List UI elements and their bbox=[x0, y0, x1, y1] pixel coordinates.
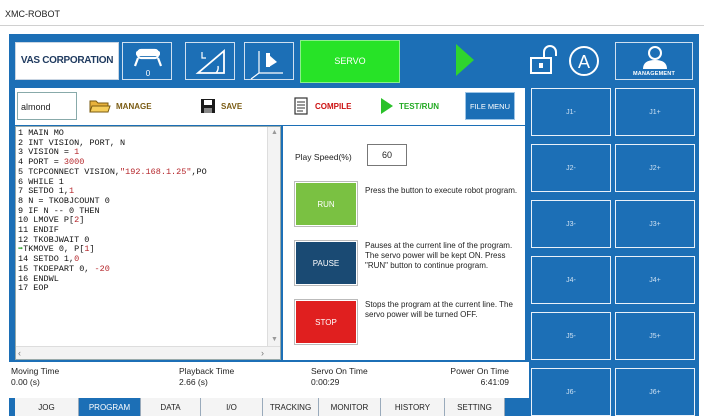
playback-time-value: 2.66 (s) bbox=[179, 377, 208, 387]
pause-description: Pauses at the current line of the progra… bbox=[365, 241, 513, 270]
test-run-button[interactable]: TEST/RUN bbox=[380, 92, 439, 120]
servo-on-time-label: Servo On Time bbox=[311, 366, 368, 376]
save-label: SAVE bbox=[221, 101, 243, 111]
window-titlebar: XMC-ROBOT bbox=[0, 0, 704, 26]
code-line[interactable]: 17 EOP bbox=[18, 284, 266, 294]
program-name-field[interactable]: almond bbox=[17, 92, 77, 120]
vertical-scrollbar[interactable]: ▲ ▼ bbox=[267, 127, 280, 347]
run-button[interactable]: RUN bbox=[294, 181, 358, 227]
scroll-up-icon[interactable]: ▲ bbox=[270, 129, 279, 138]
jog-button-j6-minus[interactable]: J6- bbox=[531, 368, 611, 416]
joint-coord-button[interactable] bbox=[185, 42, 235, 80]
tab-program[interactable]: PROGRAM bbox=[79, 398, 141, 416]
pause-button[interactable]: PAUSE bbox=[294, 240, 358, 286]
coord-badge: 0 bbox=[146, 69, 151, 78]
moving-time-value: 0.00 (s) bbox=[11, 377, 40, 387]
jog-button-j4-plus[interactable]: J4+ bbox=[615, 256, 695, 304]
scroll-right-icon[interactable]: › bbox=[261, 348, 264, 358]
playback-time: Playback Time 2.66 (s) bbox=[179, 366, 234, 388]
file-menu-button[interactable]: FILE MENU bbox=[465, 92, 515, 120]
management-label: MANAGEMENT bbox=[632, 71, 676, 77]
playback-time-label: Playback Time bbox=[179, 366, 235, 376]
tab-tracking[interactable]: TRACKING bbox=[263, 398, 319, 416]
file-toolbar: almond MANAGE SAVE COMPILE TEST/RUN FILE… bbox=[15, 88, 525, 125]
gripper-icon: 0 bbox=[133, 48, 163, 78]
jog-button-j1-minus[interactable]: J1- bbox=[531, 88, 611, 136]
play-arrow-icon[interactable] bbox=[456, 44, 474, 76]
window-title: XMC-ROBOT bbox=[5, 9, 60, 19]
status-bar: Moving Time 0.00 (s) Playback Time 2.66 … bbox=[9, 362, 529, 398]
angle-icon bbox=[195, 49, 225, 74]
power-on-time-label: Power On Time bbox=[450, 366, 509, 376]
tab-io[interactable]: I/O bbox=[201, 398, 263, 416]
jog-button-j5-minus[interactable]: J5- bbox=[531, 312, 611, 360]
run-control-panel: Play Speed(%) 60 RUN Press the button to… bbox=[283, 126, 525, 360]
play-speed-input[interactable]: 60 bbox=[367, 144, 407, 166]
floppy-disk-icon bbox=[201, 99, 215, 113]
code-listing[interactable]: 1 MAIN MO 2 INT VISION, PORT, N3 VISION =… bbox=[18, 129, 266, 343]
servo-on-time: Servo On Time 0:00:29 bbox=[311, 366, 368, 388]
jog-button-j2-minus[interactable]: J2- bbox=[531, 144, 611, 192]
power-on-time-value: 6:41:09 bbox=[480, 377, 509, 387]
stop-description: Stops the program at the current line. T… bbox=[365, 300, 513, 319]
servo-on-time-value: 0:00:29 bbox=[311, 377, 340, 387]
power-on-time: Power On Time 6:41:09 bbox=[429, 366, 509, 388]
code-line[interactable]: 16 ENDWL bbox=[18, 274, 266, 285]
management-button[interactable]: MANAGEMENT bbox=[615, 42, 693, 80]
unlock-icon[interactable] bbox=[524, 42, 564, 80]
play-speed-label: Play Speed(%) bbox=[295, 152, 352, 162]
manage-button[interactable]: MANAGE bbox=[89, 92, 152, 120]
jog-button-j3-plus[interactable]: J3+ bbox=[615, 200, 695, 248]
user-icon bbox=[643, 46, 667, 69]
current-line-arrow-icon: ➡ bbox=[18, 244, 24, 255]
code-editor[interactable]: 1 MAIN MO 2 INT VISION, PORT, N3 VISION =… bbox=[15, 126, 281, 360]
stop-button[interactable]: STOP bbox=[294, 299, 358, 345]
servo-button[interactable]: SERVO bbox=[300, 40, 400, 83]
jog-button-j3-minus[interactable]: J3- bbox=[531, 200, 611, 248]
robot-controller-app: VAS CORPORATION 0 SERVO A MANAGEMENT alm… bbox=[9, 34, 699, 416]
scroll-left-icon[interactable]: ‹ bbox=[18, 348, 21, 358]
jog-button-j5-plus[interactable]: J5+ bbox=[615, 312, 695, 360]
jog-button-j1-plus[interactable]: J1+ bbox=[615, 88, 695, 136]
tab-history[interactable]: HISTORY bbox=[381, 398, 445, 416]
servo-label: SERVO bbox=[334, 56, 366, 66]
manage-label: MANAGE bbox=[116, 101, 152, 111]
moving-time: Moving Time 0.00 (s) bbox=[11, 366, 59, 388]
company-name: VAS CORPORATION bbox=[20, 55, 114, 66]
tab-jog[interactable]: JOG bbox=[15, 398, 79, 416]
compile-label: COMPILE bbox=[315, 101, 352, 111]
axis-icon bbox=[250, 51, 283, 80]
gripper-coord-button[interactable]: 0 bbox=[122, 42, 172, 80]
jog-button-j4-minus[interactable]: J4- bbox=[531, 256, 611, 304]
jog-button-j2-plus[interactable]: J2+ bbox=[615, 144, 695, 192]
folder-icon bbox=[89, 100, 111, 113]
svg-text:A: A bbox=[578, 52, 590, 72]
jog-button-j6-plus[interactable]: J6+ bbox=[615, 368, 695, 416]
auto-mode-icon[interactable]: A bbox=[564, 42, 604, 80]
document-icon bbox=[294, 97, 308, 115]
compile-button[interactable]: COMPILE bbox=[294, 92, 351, 120]
save-button[interactable]: SAVE bbox=[200, 92, 242, 120]
horizontal-scrollbar[interactable]: ‹ › bbox=[16, 346, 280, 359]
test-run-label: TEST/RUN bbox=[399, 101, 439, 111]
company-logo: VAS CORPORATION bbox=[15, 42, 119, 80]
play-icon bbox=[381, 98, 393, 114]
tab-data[interactable]: DATA bbox=[141, 398, 201, 416]
tab-monitor[interactable]: MONITOR bbox=[319, 398, 381, 416]
scroll-down-icon[interactable]: ▼ bbox=[270, 336, 279, 345]
run-description: Press the button to execute robot progra… bbox=[365, 186, 518, 195]
tab-setting[interactable]: SETTING bbox=[445, 398, 505, 416]
main-tabs: JOG PROGRAM DATA I/O TRACKING MONITOR HISTORY S… bbox=[15, 398, 525, 416]
titlebar-divider bbox=[0, 25, 704, 26]
moving-time-label: Moving Time bbox=[11, 366, 60, 376]
world-coord-button[interactable] bbox=[244, 42, 294, 80]
